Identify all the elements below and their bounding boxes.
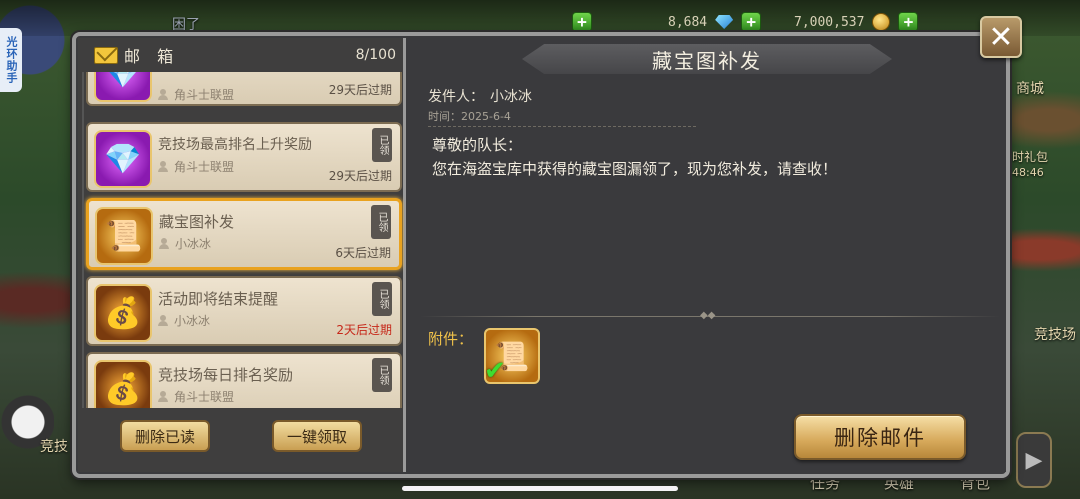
gold-bag-icon: 💰 bbox=[94, 284, 152, 342]
mail-sender: 小冰冰 bbox=[174, 314, 211, 328]
mail-body: 您在海盗宝库中获得的藏宝图漏领了，现为您补发，请查收！ bbox=[432, 160, 838, 178]
mail-greeting: 尊敬的队长： bbox=[432, 136, 523, 154]
mail-expire: 29天后过期 bbox=[328, 83, 392, 97]
delete-mail-button[interactable]: 删除邮件 bbox=[794, 414, 966, 460]
add-gems-button[interactable]: + bbox=[741, 12, 762, 32]
arena-label-right[interactable]: 竞技场 bbox=[1034, 324, 1076, 344]
shop-label[interactable]: 商城 bbox=[1016, 78, 1044, 98]
list-item[interactable]: 💰 活动即将结束提醒 小冰冰 已领 2天后过期 bbox=[86, 276, 402, 346]
attachment-label: 附件： bbox=[428, 330, 474, 348]
claimed-badge: 已领 bbox=[372, 128, 392, 162]
gem-count: 8,684 bbox=[668, 14, 708, 30]
person-icon bbox=[158, 391, 168, 402]
gem-icon: 💎 bbox=[94, 72, 152, 102]
meta-divider bbox=[428, 126, 696, 127]
sender-label: 发件人： bbox=[428, 89, 484, 105]
sender-name: 小冰冰 bbox=[490, 89, 532, 105]
list-item[interactable]: 💎 竞技场最高排名上升奖励 角斗士联盟 已领 29天后过期 bbox=[86, 122, 402, 192]
claimed-badge: 已领 bbox=[371, 205, 391, 239]
time-value: 2025-6-4 bbox=[461, 110, 511, 123]
list-item[interactable]: 💎 角斗士联盟 29天后过期 bbox=[86, 72, 402, 106]
mail-count: 8/100 bbox=[355, 47, 396, 63]
mail-subject: 活动即将结束提醒 bbox=[158, 290, 279, 308]
gift-label[interactable]: 时礼包 bbox=[1012, 148, 1048, 165]
gem-counter: + 8,684 + bbox=[572, 12, 762, 32]
bg-status-fragment: 困了 bbox=[172, 17, 200, 33]
add-gold-button[interactable]: + bbox=[898, 12, 919, 32]
mail-expire: 2天后过期 bbox=[336, 323, 392, 337]
person-icon bbox=[159, 238, 169, 249]
mailbox-title: 邮 箱 bbox=[124, 47, 180, 66]
mascot-avatar[interactable] bbox=[0, 392, 54, 472]
mail-sender: 角斗士联盟 bbox=[174, 88, 235, 102]
arena-label-left[interactable]: 竞技 bbox=[40, 436, 68, 456]
mailbox-header: 邮 箱 8/100 bbox=[82, 40, 404, 70]
helper-side-tab[interactable]: 光环助手 bbox=[0, 28, 22, 92]
claim-all-button[interactable]: 一键领取 bbox=[272, 420, 362, 452]
divider-ornament-icon: ◆◆ bbox=[700, 310, 716, 321]
person-icon bbox=[158, 89, 168, 100]
mail-expire: 29天后过期 bbox=[328, 169, 392, 183]
list-item-selected[interactable]: 📜 藏宝图补发 小冰冰 已领 6天后过期 bbox=[86, 198, 402, 270]
claimed-badge: 已领 bbox=[372, 358, 392, 392]
claimed-badge: 已领 bbox=[372, 282, 392, 316]
person-icon bbox=[158, 315, 168, 326]
envelope-icon bbox=[94, 46, 118, 64]
mail-list[interactable]: 💎 角斗士联盟 29天后过期 💎 竞技场最高排名上升奖励 角斗士联盟 已领 29… bbox=[84, 72, 404, 408]
mail-sender-line: 发件人： 小冰冰 bbox=[428, 86, 532, 106]
check-icon: ✔ bbox=[484, 356, 506, 386]
add-icon[interactable]: + bbox=[572, 12, 592, 32]
mail-subject: 竞技场最高排名上升奖励 bbox=[158, 137, 312, 153]
time-label: 时间： bbox=[428, 110, 461, 123]
person-icon bbox=[158, 161, 168, 172]
close-icon[interactable]: ✕ bbox=[980, 16, 1022, 58]
list-item[interactable]: 💰 竞技场每日排名奖励 角斗士联盟 已领 bbox=[86, 352, 402, 408]
mail-sender: 角斗士联盟 bbox=[174, 160, 235, 174]
gold-counter: 7,000,537 + bbox=[794, 12, 919, 32]
mail-detail-title: 藏宝图补发 bbox=[522, 44, 892, 74]
home-indicator[interactable] bbox=[402, 486, 678, 491]
mail-sender: 角斗士联盟 bbox=[174, 390, 235, 404]
mail-sender: 小冰冰 bbox=[175, 237, 212, 251]
delete-read-button[interactable]: 删除已读 bbox=[120, 420, 210, 452]
coin-icon bbox=[872, 13, 891, 31]
treasure-map-icon: 📜 bbox=[95, 207, 153, 265]
mail-expire: 6天后过期 bbox=[335, 246, 391, 260]
gold-count: 7,000,537 bbox=[794, 14, 865, 30]
mail-subject: 竞技场每日排名奖励 bbox=[158, 366, 294, 384]
chevron-right-icon[interactable]: ▶ bbox=[1016, 432, 1052, 488]
mail-time-line: 时间：2025-6-4 bbox=[428, 108, 511, 124]
gold-bag-icon: 💰 bbox=[94, 360, 152, 408]
gem-icon: 💎 bbox=[94, 130, 152, 188]
gem-icon bbox=[715, 15, 734, 29]
gift-timer: 48:46 bbox=[1012, 166, 1044, 179]
mail-subject: 藏宝图补发 bbox=[159, 213, 235, 231]
